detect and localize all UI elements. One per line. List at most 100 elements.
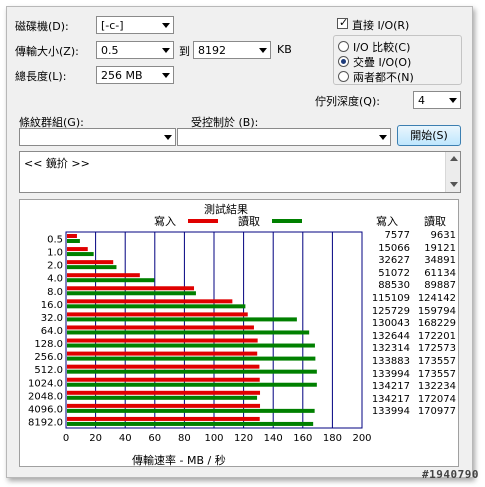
write-bar (67, 312, 248, 317)
total-length-select[interactable]: 256 MB (96, 66, 174, 84)
y-category-label: 1.0 (47, 248, 63, 259)
radio-selected-dot (341, 59, 346, 64)
x-tick-label: 200 (352, 433, 371, 444)
benchmark-window: 磁碟機(D): [-c-] 傳輸大小(Z): 0.5 到 8192 KB 總長度… (6, 6, 473, 478)
y-category-label: 2.0 (47, 261, 63, 272)
io-compare-label: I/O 比較(C) (353, 41, 411, 54)
y-category-label: 1024.0 (28, 378, 63, 389)
write-value-cell: 134217 (371, 393, 410, 405)
x-tick-label: 60 (148, 433, 161, 444)
read-bar (67, 239, 80, 243)
scroll-up-icon[interactable] (450, 156, 458, 161)
start-button[interactable]: 開始(S) (397, 125, 461, 146)
transfer-size-unit: KB (277, 43, 292, 56)
write-value-cell: 132314 (371, 343, 410, 355)
transfer-size-to-label: 到 (179, 45, 190, 58)
y-category-label: 16.0 (41, 300, 63, 311)
y-category-label: 8192.0 (28, 417, 63, 428)
transfer-size-from-select[interactable]: 0.5 (96, 41, 174, 59)
x-tick-label: 40 (119, 433, 132, 444)
read-value-cell: 172201 (417, 330, 456, 342)
write-value-cell: 32627 (378, 255, 410, 267)
read-bar (67, 252, 94, 257)
write-bar (67, 377, 260, 382)
chevron-down-icon (162, 23, 170, 28)
transfer-size-from-value: 0.5 (101, 44, 119, 57)
read-bar (67, 317, 297, 322)
pattern-select[interactable] (19, 128, 176, 146)
read-value-cell: 132234 (417, 381, 456, 393)
x-tick-label: 0 (63, 433, 69, 444)
read-value-cell: 172074 (417, 393, 456, 405)
write-bar (67, 286, 195, 291)
write-value-cell: 133994 (371, 406, 410, 418)
read-value-cell: 172573 (417, 343, 456, 355)
results-panel: 測試結果 寫入 讀取 寫入 讀取 0 20 40 60 80 100 120 140 160 18… (19, 199, 459, 467)
x-tick-label: 140 (264, 433, 283, 444)
io-compare-radio[interactable] (338, 41, 349, 52)
read-value-cell: 168229 (417, 318, 456, 330)
y-category-label: 4096.0 (28, 404, 63, 415)
direct-io-checkbox[interactable]: ✓ (337, 16, 349, 29)
y-category-label: 2048.0 (28, 391, 63, 402)
read-value-cell: 61134 (424, 267, 456, 279)
write-bar (67, 416, 260, 421)
controlled-by-select[interactable] (177, 128, 391, 146)
checkmark-icon: ✓ (339, 16, 349, 29)
write-bar (67, 403, 261, 408)
watermark: #1940790 (422, 468, 479, 481)
write-bar (67, 325, 254, 330)
write-bar (67, 299, 233, 304)
write-value-cell: 133883 (371, 355, 410, 367)
transfer-size-to-select[interactable]: 8192 (193, 41, 271, 59)
y-category-label: 512.0 (34, 365, 63, 376)
read-value-cell: 19121 (424, 242, 456, 254)
read-bar (67, 304, 246, 309)
queue-depth-select[interactable]: 4 (413, 91, 461, 109)
write-value-cell: 130043 (371, 318, 410, 330)
read-bar (67, 369, 317, 374)
read-value-cell: 124142 (417, 292, 456, 304)
y-category-label: 32.0 (41, 313, 63, 324)
read-value-cell: 170977 (417, 406, 456, 418)
read-value-cell: 34891 (424, 255, 456, 267)
read-value-cell: 9631 (430, 230, 456, 241)
drive-select[interactable]: [-c-] (96, 16, 174, 34)
read-bar (67, 330, 310, 335)
x-tick-label: 180 (323, 433, 342, 444)
read-bar (67, 382, 317, 387)
read-bar (67, 395, 258, 400)
write-bar (67, 364, 260, 369)
total-length-label: 總長度(L): (15, 70, 67, 83)
overlapped-io-radio[interactable] (338, 56, 349, 67)
queue-depth-value: 4 (418, 94, 425, 107)
write-bar (67, 338, 258, 343)
y-category-label: 128.0 (34, 339, 63, 350)
drive-label: 磁碟機(D): (15, 20, 69, 33)
read-bar (67, 408, 315, 413)
read-bar (67, 291, 196, 296)
description-scrollbar[interactable] (445, 152, 460, 192)
y-category-label: 64.0 (41, 326, 63, 337)
chevron-down-icon (259, 48, 267, 53)
write-value-cell: 51072 (378, 267, 410, 279)
read-value-cell: 159794 (417, 305, 456, 317)
write-value-cell: 115109 (371, 292, 410, 304)
write-value-cell: 132644 (371, 330, 410, 342)
write-value-cell: 15066 (378, 242, 410, 254)
direct-io-label: 直接 I/O(R) (352, 19, 410, 32)
x-axis-label: 傳輸速率 - MB / 秒 (132, 454, 226, 467)
scroll-down-icon[interactable] (450, 182, 458, 187)
x-tick-label: 80 (178, 433, 191, 444)
overlapped-io-label: 交疊 I/O(O) (353, 56, 412, 69)
neither-radio[interactable] (338, 71, 349, 82)
description-textarea[interactable]: << 鏡扴 >> (19, 151, 461, 193)
write-value-cell: 133994 (371, 368, 410, 380)
read-value-cell: 173557 (417, 355, 456, 367)
chevron-down-icon (164, 135, 172, 140)
y-category-label: 8.0 (47, 287, 63, 298)
write-value-cell: 7577 (384, 230, 410, 241)
total-length-value: 256 MB (101, 69, 143, 82)
read-value-cell: 89887 (424, 280, 456, 292)
write-bar (67, 234, 77, 238)
